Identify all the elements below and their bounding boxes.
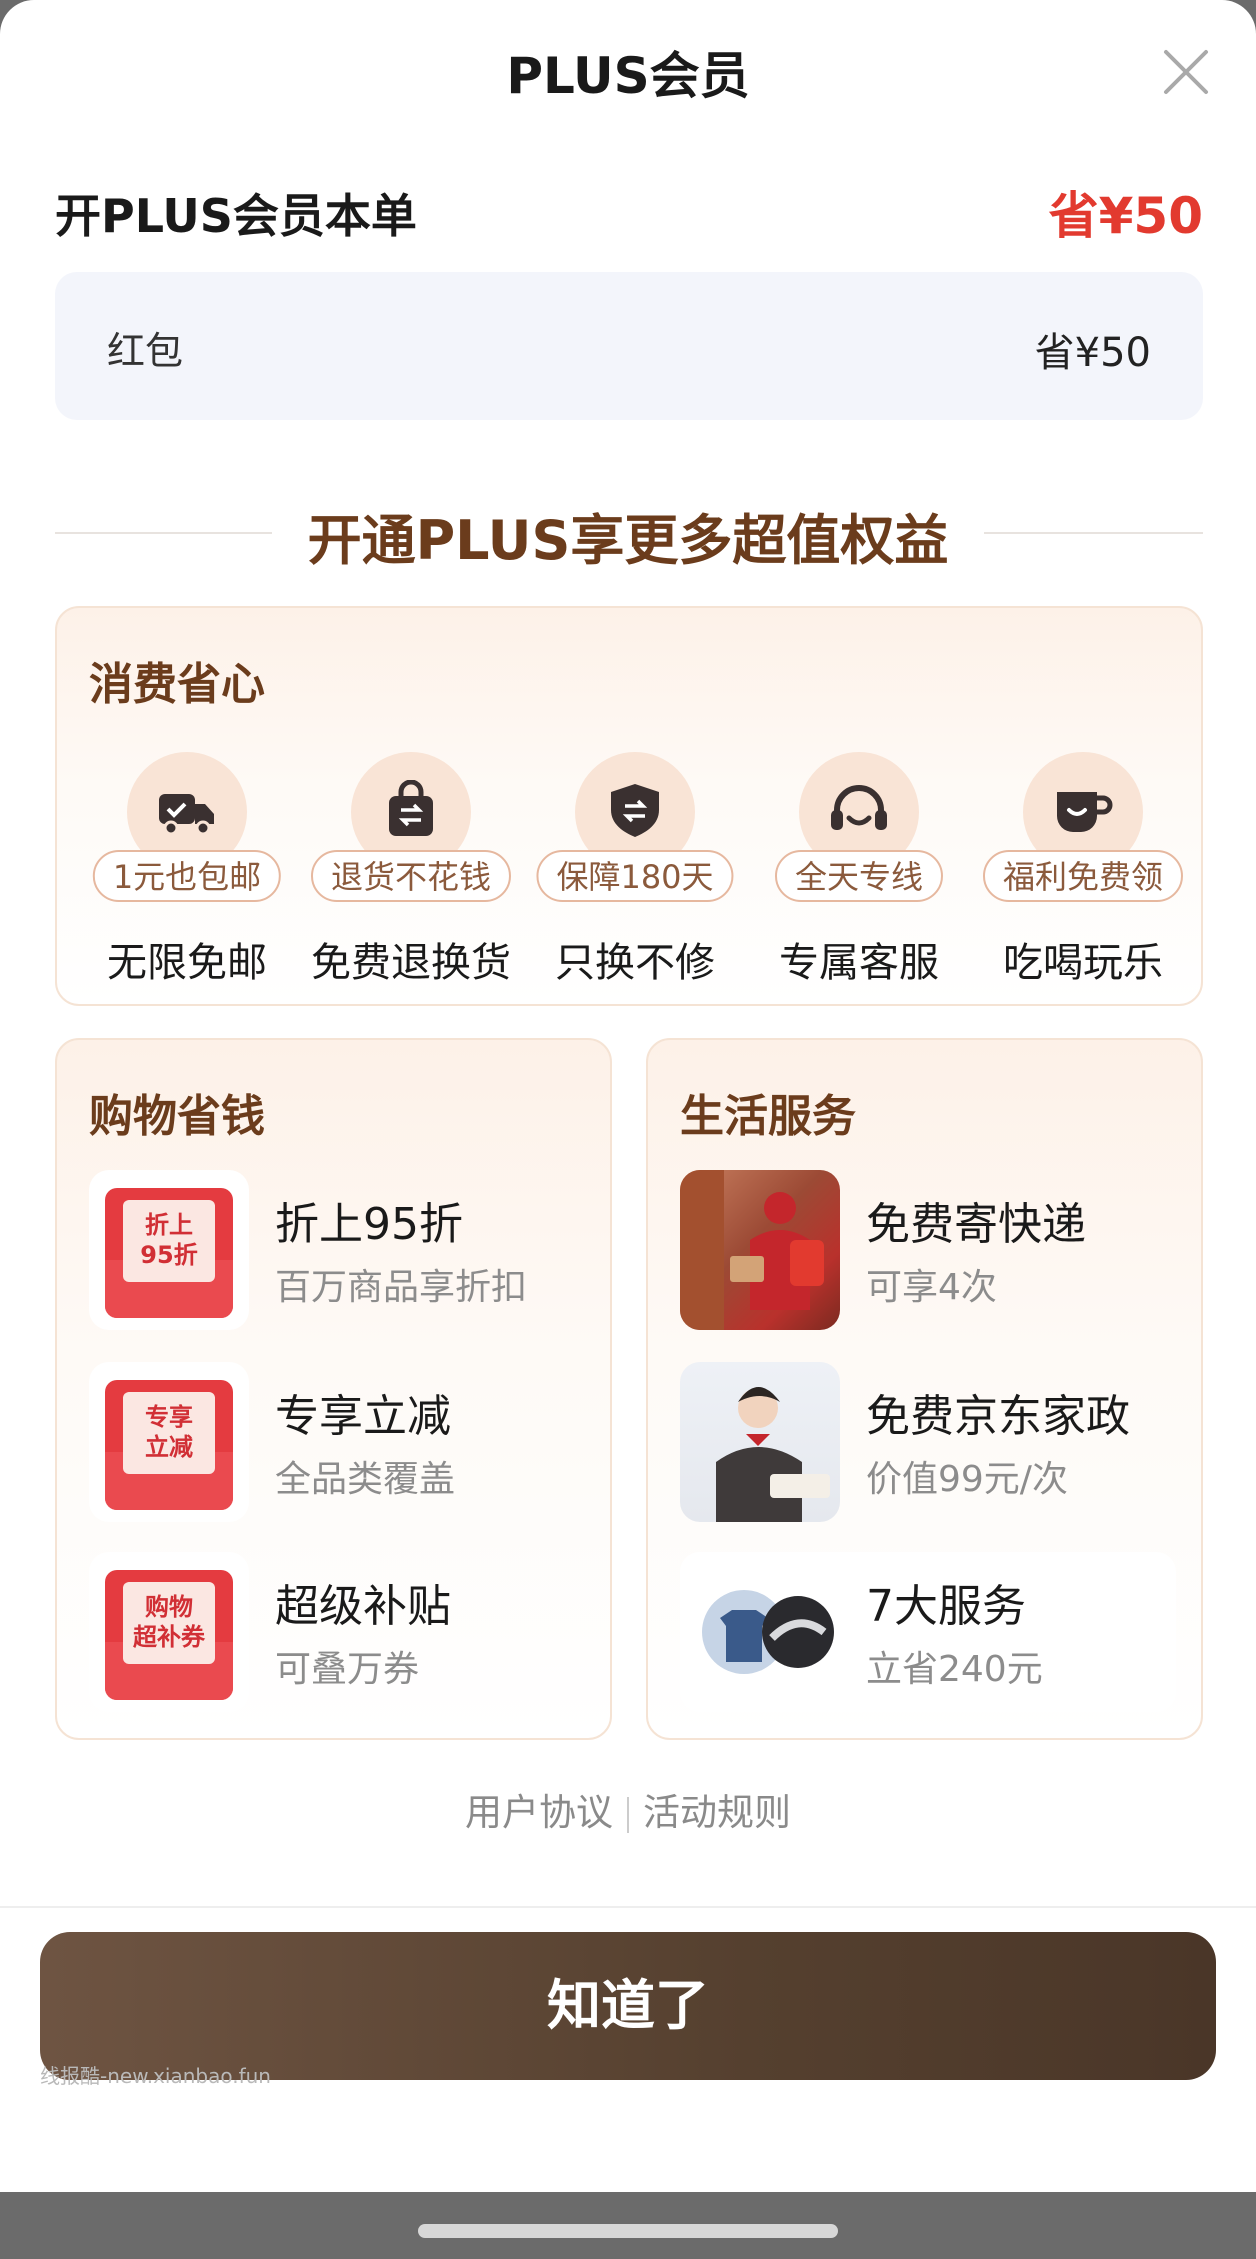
life-service-card: 生活服务 免费寄快递 可享4次 免费京东家政 价值99元/次 7大服务 立省24… [646, 1038, 1203, 1740]
plus-member-sheet: PLUS会员 开PLUS会员本单 省¥50 红包 省¥50 开通PLUS享更多超… [0, 0, 1256, 2192]
life-item-seven-services[interactable]: 7大服务 立省240元 [680, 1552, 1176, 1712]
footer-links: 用户协议 活动规则 [0, 1782, 1256, 1836]
housekeeper-illustration [716, 1387, 830, 1522]
item-title: 折上95折 [275, 1199, 463, 1250]
shopping-card: 购物省钱 折上 95折 折上95折 百万商品享折扣 专享 立减 专享立减 全品类覆盖… [55, 1038, 612, 1740]
item-subtitle: 立省240元 [866, 1649, 1043, 1690]
item-subtitle: 全品类覆盖 [275, 1459, 456, 1500]
user-agreement-link[interactable]: 用户协议 [465, 1791, 613, 1834]
item-title: 超级补贴 [275, 1581, 451, 1632]
consume-card: 消费省心 1元也包邮 无限免邮 退货不花钱 免费退换货 保障180天 只换不修 … [55, 606, 1203, 1006]
benefit-name: 无限免邮 [107, 940, 267, 986]
envelope-badge-text: 折上 95折 [123, 1200, 215, 1282]
shopping-item-discount[interactable]: 折上 95折 折上95折 百万商品享折扣 [89, 1170, 589, 1330]
watermark-text: 线报酷-new.xianbao.fun [40, 2064, 271, 2088]
life-item-express[interactable]: 免费寄快递 可享4次 [680, 1170, 1180, 1330]
headset-icon [831, 785, 887, 830]
benefits-section-title: 开通PLUS享更多超值权益 [307, 509, 949, 572]
link-separator [627, 1796, 629, 1833]
envelope-badge-text: 购物 超补券 [123, 1582, 215, 1664]
truck-icon [159, 794, 214, 836]
shield-icon [611, 784, 659, 837]
order-saving-label: 开PLUS会员本单 [55, 189, 417, 243]
life-item-housekeeping[interactable]: 免费京东家政 价值99元/次 [680, 1362, 1180, 1522]
item-subtitle: 可享4次 [866, 1267, 997, 1308]
envelope-badge-text: 专享 立减 [123, 1392, 215, 1474]
red-packet-row: 红包 省¥50 [55, 272, 1203, 420]
consume-card-title: 消费省心 [89, 659, 265, 710]
item-title: 7大服务 [866, 1581, 1026, 1632]
item-subtitle: 可叠万券 [275, 1649, 420, 1690]
services-photo [680, 1552, 840, 1712]
close-icon[interactable] [1158, 44, 1214, 100]
got-it-button[interactable]: 知道了 [40, 1932, 1216, 2080]
envelope-icon: 购物 超补券 [89, 1552, 249, 1712]
red-packet-value: 省¥50 [1034, 330, 1151, 376]
courier-photo [680, 1170, 840, 1330]
clothes-car-illustration [702, 1590, 834, 1674]
item-title: 专享立减 [275, 1391, 451, 1442]
courier-illustration [680, 1170, 824, 1330]
item-title: 免费寄快递 [866, 1199, 1086, 1250]
benefit-tag: 福利免费领 [982, 850, 1184, 902]
envelope-icon: 专享 立减 [89, 1362, 249, 1522]
cup-icon [1057, 792, 1113, 832]
benefit-name: 只换不修 [555, 940, 715, 986]
activity-rules-link[interactable]: 活动规则 [643, 1791, 791, 1834]
shopping-card-title: 购物省钱 [89, 1091, 265, 1142]
benefit-tag: 保障180天 [536, 850, 734, 902]
benefit-name: 专属客服 [779, 940, 939, 986]
life-service-card-title: 生活服务 [680, 1091, 856, 1142]
order-saving-value: 省¥50 [1048, 187, 1203, 245]
envelope-icon: 折上 95折 [89, 1170, 249, 1330]
red-packet-label: 红包 [107, 329, 184, 373]
item-subtitle: 百万商品享折扣 [275, 1267, 528, 1308]
benefit-tag: 全天专线 [774, 850, 944, 902]
home-indicator[interactable] [418, 2224, 838, 2238]
benefit-name: 免费退换货 [311, 940, 511, 986]
sheet-title: PLUS会员 [506, 47, 750, 105]
housekeeper-photo [680, 1362, 840, 1522]
bag-icon [389, 780, 433, 836]
shopping-item-reduction[interactable]: 专享 立减 专享立减 全品类覆盖 [89, 1362, 589, 1522]
item-title: 免费京东家政 [866, 1391, 1130, 1442]
benefit-tag: 1元也包邮 [92, 850, 282, 902]
benefit-tag: 退货不花钱 [310, 850, 512, 902]
bottom-divider [0, 1906, 1256, 1908]
benefit-name: 吃喝玩乐 [1003, 940, 1163, 986]
shopping-item-subsidy[interactable]: 购物 超补券 超级补贴 可叠万券 [89, 1552, 589, 1712]
item-subtitle: 价值99元/次 [866, 1459, 1068, 1500]
